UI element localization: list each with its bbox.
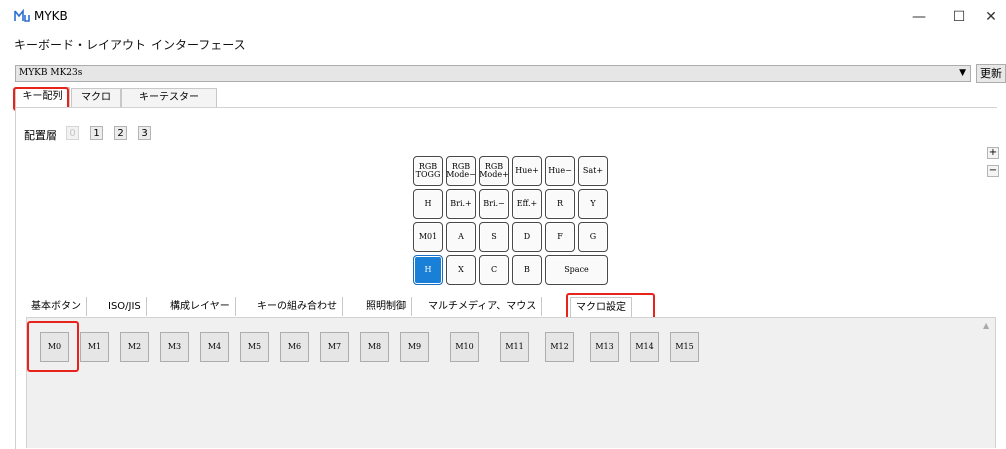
layer-label: 配置層 <box>24 129 57 142</box>
tab-lighting[interactable]: 照明制御 <box>361 297 412 316</box>
device-select[interactable]: MYKB MK23s ▼ <box>15 65 971 82</box>
key-hue-plus[interactable]: Hue+ <box>512 156 542 186</box>
menu-keyboard-layout[interactable]: キーボード・レイアウト <box>14 36 146 53</box>
tab-macro[interactable]: マクロ <box>71 88 121 107</box>
macro-m15[interactable]: M15 <box>670 332 699 362</box>
key-x[interactable]: X <box>446 255 476 285</box>
macro-m7[interactable]: M7 <box>320 332 349 362</box>
key-h-selected[interactable]: H <box>413 255 443 285</box>
close-button[interactable]: ✕ <box>976 4 1006 30</box>
key-h[interactable]: H <box>413 189 443 219</box>
menu-interface[interactable]: インターフェース <box>151 36 246 53</box>
macro-m5[interactable]: M5 <box>240 332 269 362</box>
key-c[interactable]: C <box>479 255 509 285</box>
layer-3-button[interactable]: 3 <box>138 126 151 140</box>
key-sat-plus[interactable]: Sat+ <box>578 156 608 186</box>
macro-m11[interactable]: M11 <box>500 332 529 362</box>
tab-layers[interactable]: 構成レイヤー <box>165 297 236 316</box>
device-select-value: MYKB MK23s <box>19 68 83 78</box>
macro-m6[interactable]: M6 <box>280 332 309 362</box>
scroll-up-icon[interactable]: ▲ <box>983 321 989 330</box>
layer-0-button[interactable]: 0 <box>66 126 79 140</box>
app-logo-icon <box>14 9 30 22</box>
macro-m13[interactable]: M13 <box>590 332 619 362</box>
key-r[interactable]: R <box>545 189 575 219</box>
macro-m0-highlight <box>27 321 79 372</box>
key-g[interactable]: G <box>578 222 608 252</box>
key-m01[interactable]: M01 <box>413 222 443 252</box>
tab-multimedia-mouse[interactable]: マルチメディア、マウス <box>423 297 543 316</box>
macro-m12[interactable]: M12 <box>545 332 574 362</box>
minimize-button[interactable]: — <box>904 4 934 30</box>
refresh-button[interactable]: 更新 <box>976 64 1006 83</box>
tab-basic-buttons[interactable]: 基本ボタン <box>26 297 87 316</box>
key-y[interactable]: Y <box>578 189 608 219</box>
key-s[interactable]: S <box>479 222 509 252</box>
macro-m9[interactable]: M9 <box>400 332 429 362</box>
tab-key-combos[interactable]: キーの組み合わせ <box>252 297 343 316</box>
key-b[interactable]: B <box>512 255 542 285</box>
title-bar: MYKB — ☐ ✕ <box>0 0 1006 32</box>
macro-m3[interactable]: M3 <box>160 332 189 362</box>
key-bri-plus[interactable]: Bri.+ <box>446 189 476 219</box>
key-bri-minus[interactable]: Bri.− <box>479 189 509 219</box>
tab-iso-jis[interactable]: ISO/JIS <box>103 297 147 316</box>
key-rgb-togg[interactable]: RGB TOGG <box>413 156 443 186</box>
key-d[interactable]: D <box>512 222 542 252</box>
key-hue-minus[interactable]: Hue− <box>545 156 575 186</box>
macro-m2[interactable]: M2 <box>120 332 149 362</box>
zoom-out-button[interactable]: − <box>987 165 999 177</box>
chevron-down-icon: ▼ <box>959 68 966 78</box>
key-f[interactable]: F <box>545 222 575 252</box>
layer-1-button[interactable]: 1 <box>90 126 103 140</box>
tab-key-tester[interactable]: キーテスター <box>121 88 217 107</box>
macro-m1[interactable]: M1 <box>80 332 109 362</box>
layer-2-button[interactable]: 2 <box>114 126 127 140</box>
maximize-button[interactable]: ☐ <box>944 4 974 30</box>
key-rgb-mode-minus[interactable]: RGB Mode− <box>446 156 476 186</box>
key-a[interactable]: A <box>446 222 476 252</box>
macro-m10[interactable]: M10 <box>450 332 479 362</box>
macro-m4[interactable]: M4 <box>200 332 229 362</box>
key-eff-plus[interactable]: Eff.+ <box>512 189 542 219</box>
window-title: MYKB <box>34 9 68 23</box>
zoom-in-button[interactable]: + <box>987 147 999 159</box>
key-space[interactable]: Space <box>545 255 608 285</box>
key-rgb-mode-plus[interactable]: RGB Mode+ <box>479 156 509 186</box>
macro-m8[interactable]: M8 <box>360 332 389 362</box>
macro-m14[interactable]: M14 <box>630 332 659 362</box>
